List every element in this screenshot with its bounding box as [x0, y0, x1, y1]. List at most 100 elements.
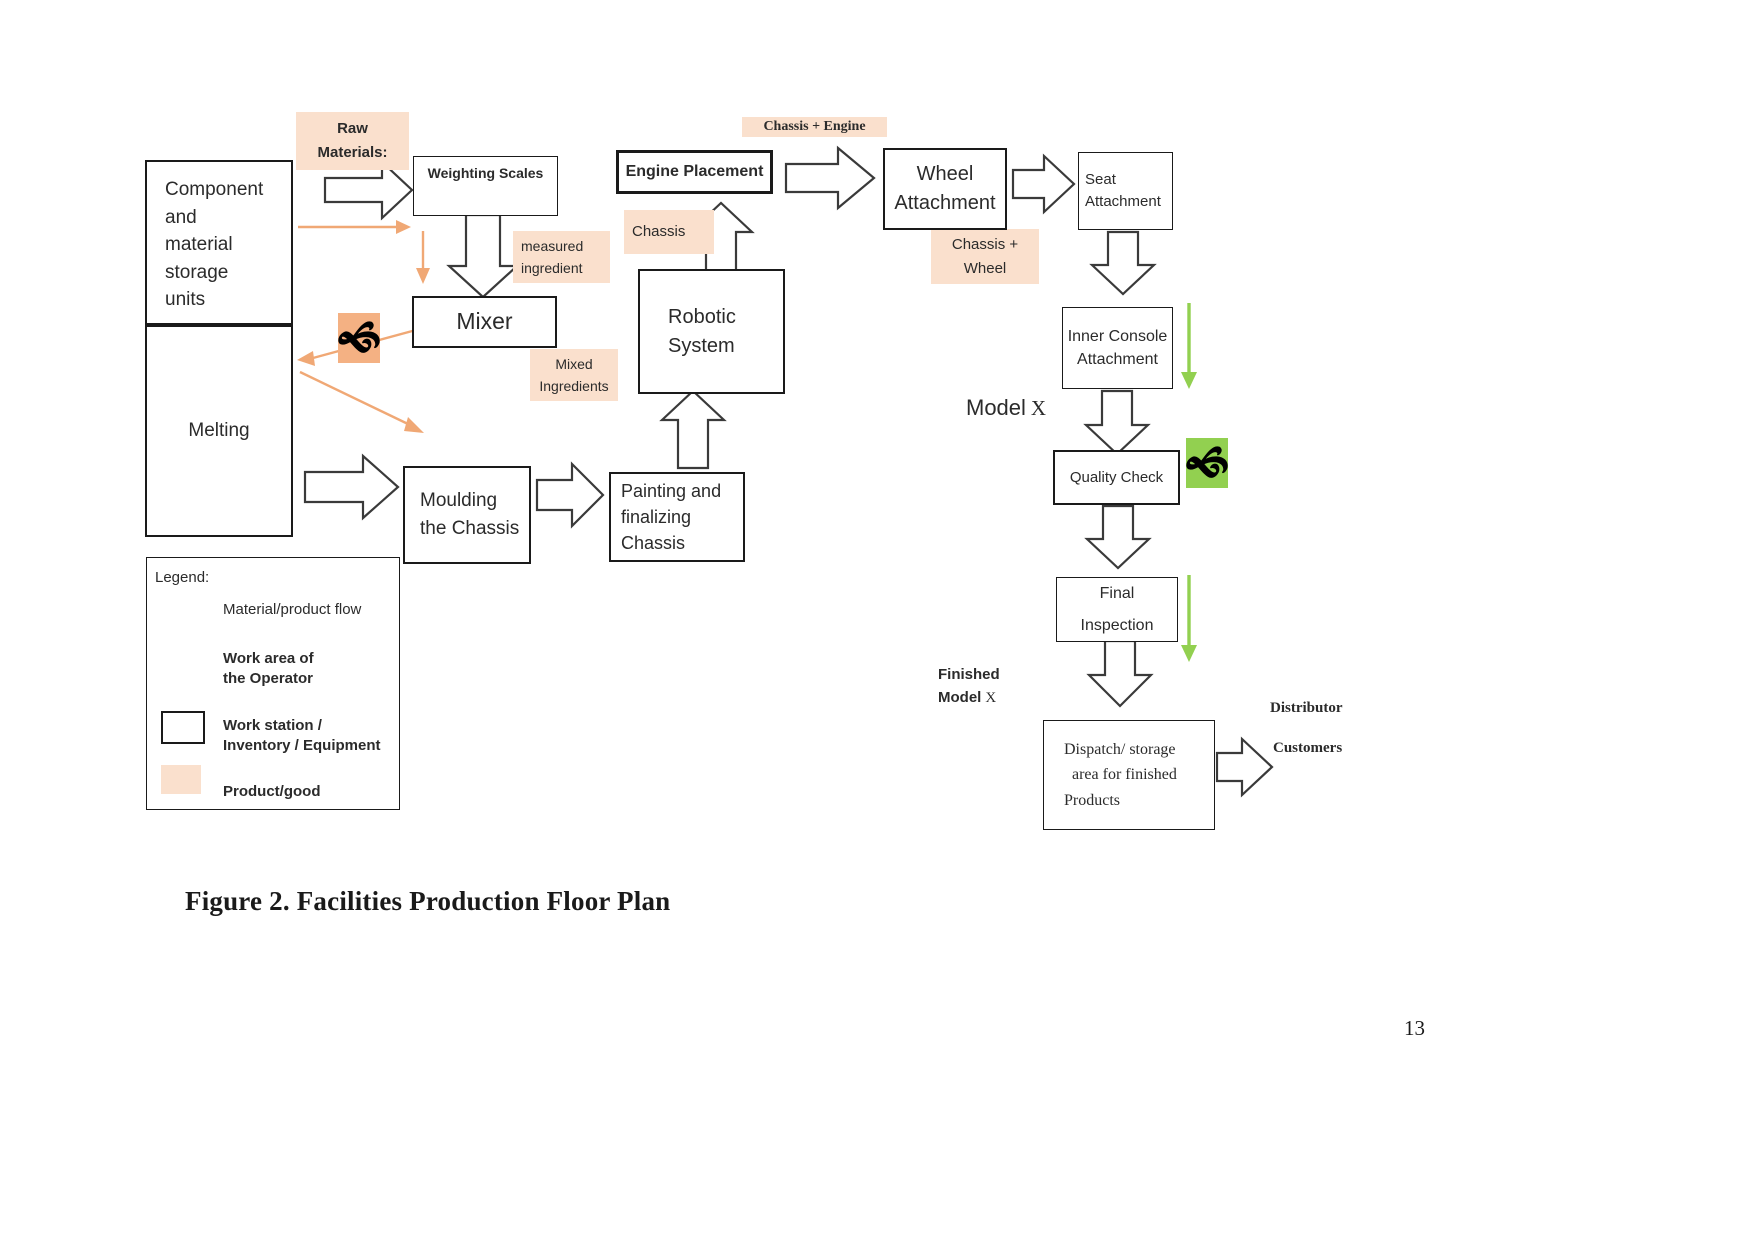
painting-line3: Chassis	[621, 533, 686, 554]
operator-person-icon-peach: 🙜	[336, 313, 382, 363]
station-wheel-attachment[interactable]: Wheel Attachment	[883, 148, 1007, 230]
figure-page: Raw Materials: measured ingredient Mixed…	[0, 0, 1754, 1241]
product-tag-measured-ingredient: measured ingredient	[513, 231, 610, 283]
storage-line-2: and	[165, 206, 197, 228]
final-line2: Inspection	[1080, 616, 1154, 634]
legend-item-1-line2: the Operator	[223, 670, 314, 688]
station-painting-finalizing[interactable]: Painting and finalizing Chassis	[609, 472, 745, 562]
legend-title-label: Legend:	[155, 569, 210, 586]
legend-empty-rect-icon	[161, 711, 205, 744]
flow-arrow-painting-to-robotic	[659, 389, 727, 470]
station-engine-placement[interactable]: Engine Placement	[616, 150, 773, 194]
station-weighting-scales[interactable]: Weighting Scales	[413, 156, 558, 216]
operator-person-icon-green: 🙜	[1184, 438, 1230, 488]
legend-item-work-station: Work station / Inventory / Equipment	[223, 716, 413, 757]
legend-item-product-good: Product/good	[223, 782, 413, 802]
finished-model-prefix: Model	[938, 689, 982, 707]
measured-line1: measured	[521, 237, 584, 254]
chassis-wheel-line2: Wheel	[963, 259, 1007, 277]
seat-line2: Attachment	[1085, 193, 1161, 210]
mixed-line1: Mixed	[555, 355, 593, 372]
product-tag-chassis-wheel: Chassis + Wheel	[931, 229, 1039, 284]
flow-arrow-quality-to-final	[1084, 504, 1152, 570]
dispatch-line2: area for finished	[1072, 766, 1177, 784]
legend-title: Legend:	[155, 568, 209, 588]
model-x-suffix: X	[1030, 396, 1047, 420]
station-quality-check[interactable]: Quality Check	[1053, 450, 1180, 505]
product-tag-mixed-ingredients: Mixed Ingredients	[530, 349, 618, 401]
storage-line-3: material	[165, 234, 233, 256]
figure-caption-text: Figure 2. Facilities Production Floor Pl…	[185, 886, 671, 916]
flow-arrow-moulding-to-painting	[535, 461, 605, 529]
page-number: 13	[1404, 1016, 1425, 1041]
chassis-engine-label: Chassis + Engine	[763, 118, 866, 134]
flow-arrow-wheel-to-seat	[1011, 153, 1076, 215]
painting-line1: Painting and	[621, 480, 722, 501]
flow-arrow-console-to-quality	[1083, 389, 1151, 456]
moulding-line1: Moulding	[420, 490, 498, 512]
wheel-line1: Wheel	[916, 163, 974, 185]
station-final-inspection[interactable]: Final Inspection	[1056, 577, 1178, 642]
final-line1: Final	[1099, 585, 1135, 603]
customers-label: Customers	[1273, 740, 1343, 756]
raw-materials-line1: Raw	[337, 120, 368, 137]
station-moulding-chassis[interactable]: Moulding the Chassis	[403, 466, 531, 564]
chassis-wheel-line1: Chassis +	[951, 235, 1019, 253]
storage-line-1: Component	[165, 179, 264, 200]
annotation-model-x: Model X	[966, 395, 1046, 421]
robotic-line2: System	[668, 334, 735, 357]
figure-caption: Figure 2. Facilities Production Floor Pl…	[185, 886, 670, 917]
operator-path-green-lower	[1181, 575, 1197, 662]
station-seat-attachment[interactable]: Seat Attachment	[1078, 152, 1173, 230]
annotation-customers: Customers	[1273, 740, 1342, 757]
flow-arrow-engine-to-wheel	[784, 145, 876, 211]
legend-item-0-line1: Material/product flow	[223, 601, 362, 618]
legend-peach-swatch-icon	[161, 765, 201, 794]
mixed-line2: Ingredients	[539, 378, 609, 394]
product-tag-chassis: Chassis	[624, 210, 714, 254]
robotic-line1: Robotic	[668, 305, 736, 328]
finished-line1: Finished	[938, 666, 1000, 683]
seat-line1: Seat	[1085, 171, 1116, 189]
flow-arrow-storage-to-scales	[323, 159, 414, 221]
painting-line2: finalizing	[621, 506, 692, 527]
legend-item-2-line2: Inventory / Equipment	[223, 737, 381, 755]
annotation-finished-model-x: Finished Model X	[938, 663, 1000, 711]
operator-path-storage-to-scales	[298, 220, 411, 234]
flow-arrow-seat-to-console	[1089, 230, 1157, 296]
page-number-text: 13	[1404, 1016, 1425, 1040]
chassis-label: Chassis	[632, 223, 686, 240]
inner-console-line2: Attachment	[1077, 351, 1158, 368]
measured-line2: ingredient	[521, 260, 583, 276]
station-melting[interactable]: Melting	[145, 325, 293, 537]
weighting-scales-label: Weighting Scales	[427, 165, 544, 181]
flow-arrow-melting-to-moulding	[303, 453, 400, 521]
product-tag-chassis-engine: Chassis + Engine	[742, 117, 887, 137]
station-robotic-system[interactable]: Robotic System	[638, 269, 785, 394]
station-mixer[interactable]: Mixer	[412, 296, 557, 348]
operator-path-green-upper	[1181, 303, 1197, 389]
station-component-storage[interactable]: Component and material storage units	[145, 160, 293, 325]
dispatch-line3: Products	[1064, 791, 1120, 809]
dispatch-line1: Dispatch/ storage	[1064, 740, 1176, 758]
storage-line-4: storage	[165, 261, 229, 283]
product-tag-raw-materials: Raw Materials:	[296, 112, 409, 170]
annotation-distributor: Distributor	[1270, 700, 1343, 717]
storage-line-5: units	[165, 289, 206, 311]
melting-label: Melting	[188, 420, 250, 442]
model-x-prefix: Model	[966, 395, 1026, 420]
legend-item-material-flow: Material/product flow	[223, 600, 403, 620]
station-dispatch-storage[interactable]: Dispatch/ storage area for finished Prod…	[1043, 720, 1215, 830]
legend-item-1-line1: Work area of	[223, 650, 314, 667]
operator-path-operator-to-moulding	[299, 370, 424, 433]
legend-item-3-line1: Product/good	[223, 783, 321, 800]
inner-console-line1: Inner Console	[1067, 327, 1168, 345]
engine-placement-label: Engine Placement	[625, 163, 764, 181]
quality-check-label: Quality Check	[1069, 468, 1164, 486]
legend-item-operator-area: Work area of the Operator	[223, 649, 403, 690]
flow-arrow-scales-to-mixer	[446, 213, 520, 299]
finished-model-suffix: X	[985, 690, 997, 707]
station-inner-console-attachment[interactable]: Inner Console Attachment	[1062, 307, 1173, 389]
flow-arrow-final-to-dispatch	[1086, 639, 1154, 708]
wheel-line2: Attachment	[894, 192, 996, 214]
